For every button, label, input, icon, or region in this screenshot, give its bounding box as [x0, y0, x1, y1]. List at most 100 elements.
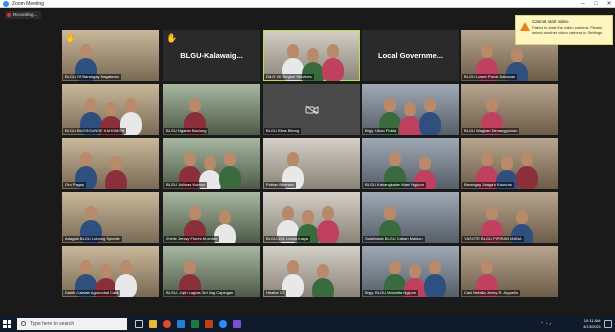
participant-tile[interactable]: Salalindab BLGU Caban Malkon: [362, 192, 459, 243]
raised-hand-icon: ✋: [65, 33, 77, 43]
participant-tile[interactable]: BLGU-Kalawaig... ✋: [163, 30, 260, 81]
maximize-button[interactable]: □: [590, 0, 602, 8]
participant-face: [516, 210, 528, 224]
participant-tile[interactable]: Healbe Cl: [263, 246, 360, 297]
participant-face: [189, 206, 201, 220]
participant-body: [312, 278, 334, 297]
participant-body: [317, 220, 339, 243]
participant-tile[interactable]: BLGU Kabangkalan Mani Ngipon: [362, 138, 459, 189]
participant-face: [287, 152, 299, 166]
participant-name-tag: Dalith Calalab Agronobal Cala: [63, 290, 121, 296]
participant-face: [327, 44, 339, 58]
participant-face: [307, 48, 319, 62]
participant-name-tag: BLGU-101 Lorola Inaya: [264, 236, 311, 242]
participant-tile[interactable]: Oro Pagay: [62, 138, 159, 189]
zoom-taskbar-icon[interactable]: [219, 320, 227, 328]
participant-face: [429, 260, 441, 274]
participant-face: [287, 260, 299, 274]
word-icon[interactable]: [177, 320, 185, 328]
participant-face: [486, 98, 498, 112]
participant-tile[interactable]: BLGU-101 Lorola Inaya: [263, 192, 360, 243]
participant-face: [110, 156, 122, 170]
participant-face: [80, 260, 92, 274]
participant-face: [384, 98, 396, 112]
participant-tile[interactable]: BLGU BUGSOUNSE KAHOMON: [62, 84, 159, 135]
recording-label: Recording...: [13, 12, 38, 17]
participant-name-tag: BLGU Ngatan Baciung: [164, 128, 209, 134]
window-title: Zoom Meeting: [12, 1, 44, 7]
participant-display-name: BLGU-Kalawaig...: [180, 51, 243, 60]
participant-tile[interactable]: Dalith Calalab Agronobal Cala: [62, 246, 159, 297]
participant-tile[interactable]: BLGU Wagkan Dimanggoloan: [461, 84, 558, 135]
participant-tile[interactable]: Local Governme...: [362, 30, 459, 81]
participant-face: [384, 206, 396, 220]
participant-name-tag: Brgy. Ubao Pobla: [363, 128, 399, 134]
participant-tile[interactable]: Brgy. BLGU Maholita Ngipon: [362, 246, 459, 297]
excel-icon[interactable]: [191, 320, 199, 328]
participant-body: [399, 116, 421, 135]
video-off-icon: [305, 105, 318, 114]
participant-name-tag: Healbe Cl: [264, 290, 286, 296]
tray-icons[interactable]: ⌃ ◔ ♪: [540, 316, 551, 332]
participant-tile[interactable]: Poblac Buenavi: [263, 138, 360, 189]
gallery-view: BLGU Of Barangay Nagakuan ✋ BLGU-Kalawaig.…: [0, 8, 615, 316]
participant-name-tag: BLGU Lower Purok Kabucan: [462, 74, 518, 80]
participant-name-tag: BLGU- Jojin Lagtas 3rd Ilog Capingan: [164, 290, 236, 296]
windows-start-icon[interactable]: [3, 320, 11, 328]
minimize-button[interactable]: –: [577, 0, 589, 8]
participant-face: [322, 206, 334, 220]
participant-face: [80, 152, 92, 166]
file-explorer-icon[interactable]: [149, 320, 157, 328]
zoom-app-icon: [3, 1, 9, 7]
participant-tile[interactable]: BLGU Ngatan Baciung: [163, 84, 260, 135]
search-placeholder: Type here to search: [30, 321, 75, 327]
participant-tile[interactable]: Casi Nefalia Jenny R. Arguello: [461, 246, 558, 297]
participant-tile[interactable]: Adagab BLGU Lobong Spindle: [62, 192, 159, 243]
participant-tile[interactable]: Barangay Jaaga's Kaunuto: [461, 138, 558, 189]
participant-name-tag: Zhelle Jenwy Flores M.ordon: [164, 236, 220, 242]
participant-face: [409, 264, 421, 278]
participant-name-tag: Barangay Jaaga's Kaunuto: [462, 182, 514, 188]
participant-face: [302, 210, 314, 224]
chrome-icon[interactable]: [163, 320, 171, 328]
windows-taskbar: Type here to search ⌃ ◔ ♪ 10:11 AM 4/13/…: [0, 316, 615, 332]
participant-face: [521, 152, 533, 166]
taskbar-search-box[interactable]: Type here to search: [17, 318, 127, 330]
participant-face: [189, 98, 201, 112]
participant-face: [501, 156, 513, 170]
task-view-icon[interactable]: [135, 320, 143, 328]
participant-face: [317, 264, 329, 278]
participant-name-tag: Salalindab BLGU Caban Malkon: [363, 236, 425, 242]
participant-body: [219, 166, 241, 189]
participant-name-tag: BLGU Jollinas Kuinon: [164, 182, 207, 188]
close-button[interactable]: ✕: [603, 0, 615, 8]
recording-dot-icon: [7, 13, 11, 17]
participant-face: [404, 102, 416, 116]
taskbar-clock[interactable]: 10:11 AM 4/13/2021: [583, 318, 601, 330]
participant-body: [105, 170, 127, 189]
participant-face: [100, 264, 112, 278]
participant-name-tag: Poblac Buenavi: [264, 182, 296, 188]
search-icon: [21, 321, 26, 326]
participant-face: [481, 260, 493, 274]
recording-indicator[interactable]: Recording...: [5, 11, 42, 19]
app-icon[interactable]: [233, 320, 241, 328]
participant-tile[interactable]: Brgy. Ubao Pobla: [362, 84, 459, 135]
participant-face: [389, 152, 401, 166]
powerpoint-icon[interactable]: [205, 320, 213, 328]
participant-face: [424, 98, 436, 112]
video-error-notification[interactable]: Cannot start video Failed to start the v…: [515, 15, 613, 45]
participant-name-tag: Oro Pagay: [63, 182, 87, 188]
participant-body: [322, 58, 344, 81]
participant-tile[interactable]: BLGU Elias Bitong: [263, 84, 360, 135]
participant-face: [184, 260, 196, 274]
participant-tile[interactable]: BLGU Jollinas Kuinon: [163, 138, 260, 189]
participant-tile[interactable]: BLGU- Jojin Lagtas 3rd Ilog Capingan: [163, 246, 260, 297]
participant-tile[interactable]: YASOTE BLGU PIPIRAN MANA: [461, 192, 558, 243]
participant-tile[interactable]: DILG VII Region Services: [263, 30, 360, 81]
participant-face: [184, 152, 196, 166]
participant-body: [516, 166, 538, 189]
participant-tile[interactable]: Zhelle Jenwy Flores M.ordon: [163, 192, 260, 243]
notification-center-icon[interactable]: [604, 320, 612, 328]
participant-tile[interactable]: BLGU Of Barangay Nagakuan ✋: [62, 30, 159, 81]
